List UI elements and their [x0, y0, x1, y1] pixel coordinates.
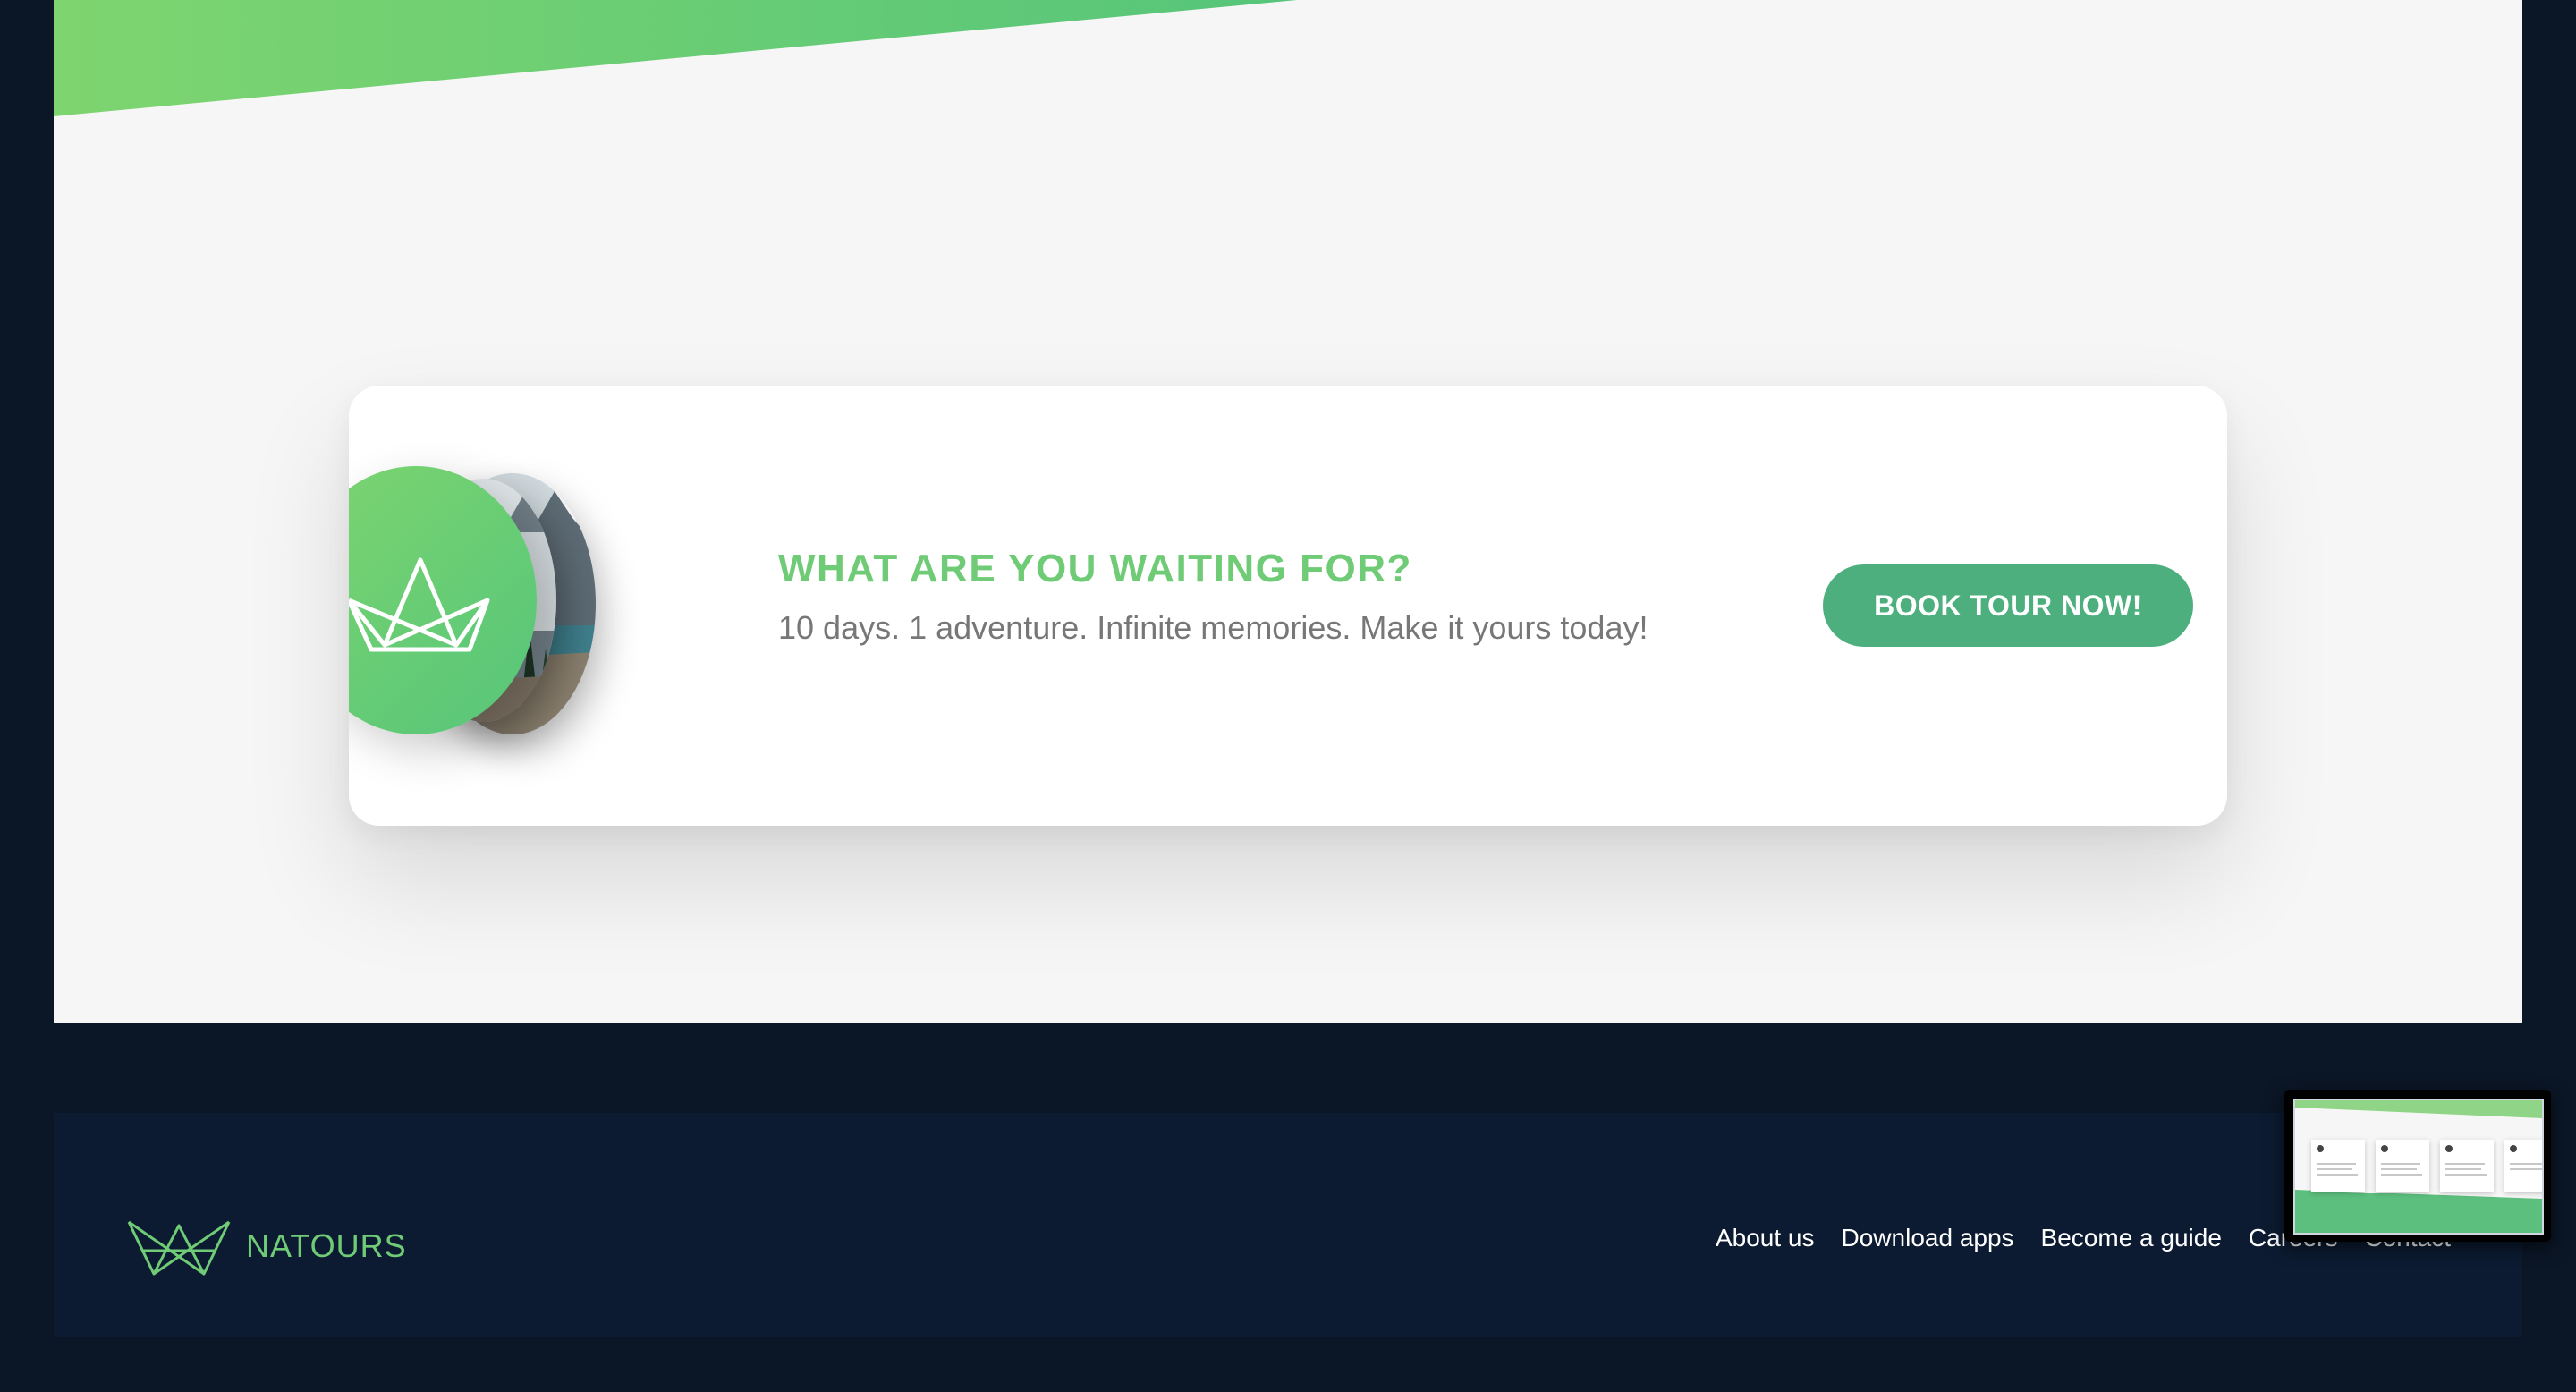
cta-text-block: WHAT ARE YOU WAITING FOR? 10 days. 1 adv… — [778, 547, 1648, 647]
footer-crown-logo-icon[interactable] — [125, 1218, 233, 1277]
footer-link-download-apps[interactable]: Download apps — [1842, 1224, 2014, 1252]
main-section: WHAT ARE YOU WAITING FOR? 10 days. 1 adv… — [54, 0, 2522, 1023]
crown-logo-icon — [349, 557, 490, 652]
footer-brand-name[interactable]: NATOURS — [246, 1227, 407, 1265]
footer-link-become-guide[interactable]: Become a guide — [2041, 1224, 2222, 1252]
preview-card — [2440, 1140, 2494, 1192]
preview-content — [2293, 1099, 2544, 1235]
preview-card — [2504, 1140, 2542, 1192]
footer-link-about[interactable]: About us — [1716, 1224, 1815, 1252]
page-preview-thumbnail[interactable] — [2284, 1090, 2551, 1242]
top-green-wedge — [54, 0, 1297, 116]
preview-card — [2376, 1140, 2429, 1192]
preview-card — [2311, 1140, 2365, 1192]
book-cta-card: WHAT ARE YOU WAITING FOR? 10 days. 1 adv… — [349, 386, 2227, 826]
cta-heading: WHAT ARE YOU WAITING FOR? — [778, 547, 1412, 590]
logo-image-stack — [349, 466, 707, 761]
book-tour-button[interactable]: BOOK TOUR NOW! — [1823, 564, 2193, 647]
brand-circle — [349, 466, 537, 734]
cta-subheading: 10 days. 1 adventure. Infinite memories.… — [778, 609, 1648, 646]
footer: NATOURS About us Download apps Become a … — [54, 1113, 2522, 1337]
